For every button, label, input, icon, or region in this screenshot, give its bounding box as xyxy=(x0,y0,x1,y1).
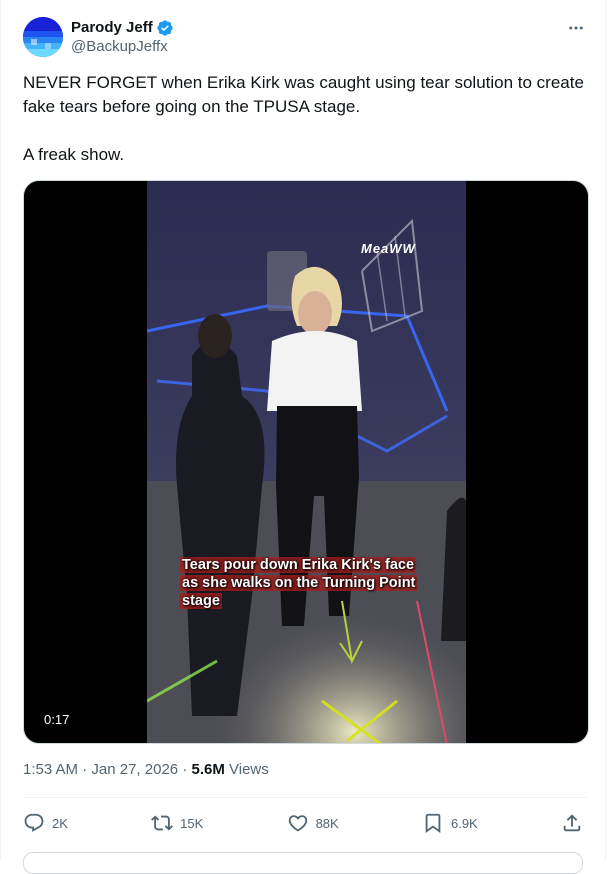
bookmark-icon xyxy=(425,813,441,834)
reply-button[interactable]: 2K xyxy=(23,812,68,834)
author-handle[interactable]: @BackupJeffx xyxy=(71,38,174,56)
more-options-icon[interactable] xyxy=(567,19,585,42)
like-button[interactable]: 88K xyxy=(287,812,339,834)
views-count: 5.6M xyxy=(191,761,225,778)
video-scene-image xyxy=(147,181,466,743)
video-watermark: MeaWW xyxy=(361,241,416,256)
repost-icon xyxy=(151,815,174,831)
video-caption-text: Tears pour down Erika Kirk's face as she… xyxy=(180,557,418,609)
author-block: Parody Jeff @BackupJeffx xyxy=(71,19,174,59)
bookmark-button[interactable]: 6.9K xyxy=(422,812,478,834)
tweet-time[interactable]: 1:53 AM xyxy=(23,761,78,778)
action-bar: 2K 15K 88K 6.9K xyxy=(23,808,583,838)
avatar[interactable] xyxy=(23,17,63,57)
tweet-header: Parody Jeff @BackupJeffx xyxy=(23,17,585,59)
reply-count: 2K xyxy=(52,815,68,831)
views-label: Views xyxy=(229,761,269,778)
tweet-text: NEVER FORGET when Erika Kirk was caught … xyxy=(23,73,584,164)
repost-count: 15K xyxy=(180,815,204,831)
video-player[interactable]: MeaWW Tears pour down Erika Kirk's face … xyxy=(23,180,589,744)
author-name[interactable]: Parody Jeff xyxy=(71,19,153,37)
tweet-date[interactable]: Jan 27, 2026 xyxy=(91,761,178,778)
tweet-meta: 1:53 AM · Jan 27, 2026 · 5.6M Views xyxy=(23,761,269,778)
repost-button[interactable]: 15K xyxy=(151,812,203,834)
heart-icon xyxy=(288,815,307,832)
video-frame[interactable] xyxy=(147,181,466,743)
share-button[interactable] xyxy=(561,812,583,834)
verified-badge-icon[interactable] xyxy=(156,19,174,37)
like-count: 88K xyxy=(315,815,339,831)
share-icon xyxy=(563,814,581,832)
video-caption: Tears pour down Erika Kirk's face as she… xyxy=(180,556,420,610)
divider xyxy=(23,797,587,798)
tweet-card: Parody Jeff @BackupJeffx NEVER FORGET wh… xyxy=(0,0,606,874)
video-duration: 0:17 xyxy=(38,710,76,729)
bookmark-count: 6.9K xyxy=(450,815,478,831)
reply-icon xyxy=(24,813,44,832)
reply-composer[interactable] xyxy=(23,852,583,874)
